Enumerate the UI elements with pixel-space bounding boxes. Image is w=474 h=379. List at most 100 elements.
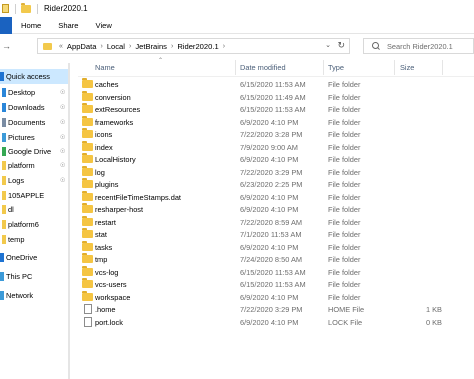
file-name: resharper-host xyxy=(95,205,144,214)
table-row[interactable]: restart 7/22/2020 8:59 AM File folder xyxy=(78,215,474,229)
chevron-right-icon[interactable]: › xyxy=(129,43,131,50)
table-row[interactable]: workspace 6/9/2020 4:10 PM File folder xyxy=(78,290,474,304)
table-row[interactable]: frameworks 6/9/2020 4:10 PM File folder xyxy=(78,115,474,129)
sidebar-item[interactable]: temp xyxy=(0,232,70,247)
header-divider xyxy=(78,76,474,77)
pin-icon[interactable]: ☉ xyxy=(60,134,65,141)
file-name: caches xyxy=(95,80,119,89)
pin-icon[interactable]: ☉ xyxy=(60,177,65,184)
window-menu-icon[interactable] xyxy=(2,4,9,13)
sidebar-item[interactable]: Downloads ☉ xyxy=(0,100,70,115)
chevron-down-icon[interactable]: ⌄ xyxy=(325,41,331,49)
sidebar-item[interactable]: Desktop ☉ xyxy=(0,85,70,100)
sidebar-item[interactable]: This PC xyxy=(0,269,70,284)
sidebar-item-label: OneDrive xyxy=(6,253,38,262)
sidebar-item-label: Quick access xyxy=(6,72,50,81)
forward-arrow-icon[interactable]: → xyxy=(2,41,12,51)
file-name: icons xyxy=(95,130,113,139)
sidebar-item[interactable]: 105APPLE xyxy=(0,188,70,203)
sidebar-item[interactable]: platform ☉ xyxy=(0,158,70,173)
search-input[interactable]: Search Rider2020.1 xyxy=(363,38,474,54)
table-row[interactable]: caches 6/15/2020 11:53 AM File folder xyxy=(78,78,474,91)
table-row[interactable]: conversion 6/15/2020 11:49 AM File folder xyxy=(78,90,474,104)
column-divider[interactable] xyxy=(323,60,324,75)
file-date: 6/9/2020 4:10 PM xyxy=(240,317,299,327)
tab-view[interactable]: View xyxy=(96,21,112,30)
tab-file[interactable] xyxy=(0,16,12,34)
sidebar-item-label: 105APPLE xyxy=(8,191,45,200)
table-row[interactable]: log 7/22/2020 3:29 PM File folder xyxy=(78,165,474,179)
sidebar-item[interactable]: Quick access xyxy=(0,69,70,84)
file-name: conversion xyxy=(95,92,131,102)
sidebar-item[interactable]: Google Drive ☉ xyxy=(0,144,70,159)
refresh-icon[interactable]: ↻ xyxy=(337,40,345,51)
table-row[interactable]: recentFileTimeStamps.dat 6/9/2020 4:10 PM… xyxy=(78,190,474,204)
folder-icon xyxy=(2,191,6,200)
folder-icon xyxy=(2,235,6,244)
column-header-name[interactable]: Name xyxy=(95,60,235,75)
sidebar-item-label: Pictures xyxy=(8,133,35,142)
breadcrumb-overflow[interactable]: « xyxy=(59,43,63,50)
table-row[interactable]: LocalHistory 6/9/2020 4:10 PM File folder xyxy=(78,153,474,166)
table-row[interactable]: tmp 7/24/2020 8:50 AM File folder xyxy=(78,253,474,266)
table-row[interactable]: plugins 6/23/2020 2:25 PM File folder xyxy=(78,178,474,191)
file-name: port.lock xyxy=(95,317,123,327)
file-date: 6/15/2020 11:53 AM xyxy=(240,80,306,89)
pin-icon[interactable]: ☉ xyxy=(60,89,65,96)
file-type: File folder xyxy=(328,167,361,177)
breadcrumb-local[interactable]: Local xyxy=(107,42,125,51)
file-type: File folder xyxy=(328,155,361,164)
sidebar-item-label: platform6 xyxy=(8,220,39,229)
chevron-right-icon[interactable]: › xyxy=(100,43,102,50)
sidebar-item[interactable]: OneDrive xyxy=(0,250,70,265)
table-row[interactable]: vcs-log 6/15/2020 11:53 AM File folder xyxy=(78,265,474,279)
chevron-right-icon[interactable]: › xyxy=(171,43,173,50)
sidebar-item[interactable]: Network xyxy=(0,288,70,303)
sidebar-item[interactable]: Logs ☉ xyxy=(0,173,70,188)
nav-scrollbar[interactable] xyxy=(68,63,70,379)
column-header-type[interactable]: Type xyxy=(328,60,388,75)
sidebar-item-label: Network xyxy=(6,291,34,300)
file-type: File folder xyxy=(328,80,361,89)
sidebar-item[interactable]: Pictures ☉ xyxy=(0,130,70,145)
file-date: 7/22/2020 3:29 PM xyxy=(240,167,303,177)
table-row[interactable]: extResources 6/15/2020 11:53 AM File folde… xyxy=(78,103,474,116)
column-divider[interactable] xyxy=(442,60,443,75)
table-row[interactable]: resharper-host 6/9/2020 4:10 PM File folde… xyxy=(78,203,474,216)
tab-home[interactable]: Home xyxy=(21,21,41,30)
pin-icon[interactable]: ☉ xyxy=(60,148,65,155)
chevron-right-icon[interactable]: › xyxy=(223,43,225,50)
column-header-size[interactable]: Size xyxy=(400,60,440,75)
folder-icon xyxy=(82,178,93,188)
folder-icon xyxy=(82,103,93,113)
sidebar-item[interactable]: dl xyxy=(0,202,70,217)
table-row[interactable]: .home 7/22/2020 3:29 PM HOME File 1 KB xyxy=(78,303,474,316)
pin-icon[interactable]: ☉ xyxy=(60,162,65,169)
breadcrumb-jetbrains[interactable]: JetBrains xyxy=(135,42,167,51)
table-row[interactable]: port.lock 6/9/2020 4:10 PM LOCK File 0 KB xyxy=(78,316,474,329)
address-bar[interactable]: « AppData › Local › JetBrains › Rider202… xyxy=(37,38,350,54)
file-type: File folder xyxy=(328,280,361,289)
breadcrumb-appdata[interactable]: AppData xyxy=(67,42,97,51)
breadcrumb-rider[interactable]: Rider2020.1 xyxy=(177,42,218,51)
tab-share[interactable]: Share xyxy=(58,21,78,30)
table-row[interactable]: index 7/9/2020 9:00 AM File folder xyxy=(78,140,474,154)
table-row[interactable]: tasks 6/9/2020 4:10 PM File folder xyxy=(78,240,474,254)
sidebar-item-label: temp xyxy=(8,235,25,244)
table-row[interactable]: vcs-users 6/15/2020 11:53 AM File folder xyxy=(78,278,474,291)
pin-icon[interactable]: ☉ xyxy=(60,104,65,111)
table-row[interactable]: icons 7/22/2020 3:28 PM File folder xyxy=(78,128,474,141)
column-divider[interactable] xyxy=(235,60,236,75)
search-icon xyxy=(372,42,380,50)
window-title: Rider2020.1 xyxy=(44,4,88,13)
file-date: 7/22/2020 3:28 PM xyxy=(240,130,303,139)
sidebar-item[interactable]: platform6 xyxy=(0,217,70,232)
file-name: tasks xyxy=(95,242,113,252)
table-row[interactable]: stat 7/1/2020 11:53 AM File folder xyxy=(78,228,474,241)
file-date: 7/9/2020 9:00 AM xyxy=(240,142,298,152)
pin-icon[interactable]: ☉ xyxy=(60,119,65,126)
file-name: frameworks xyxy=(95,117,134,127)
sidebar-item[interactable]: Documents ☉ xyxy=(0,115,70,130)
column-divider[interactable] xyxy=(394,60,395,75)
column-header-date[interactable]: Date modified xyxy=(240,60,320,75)
